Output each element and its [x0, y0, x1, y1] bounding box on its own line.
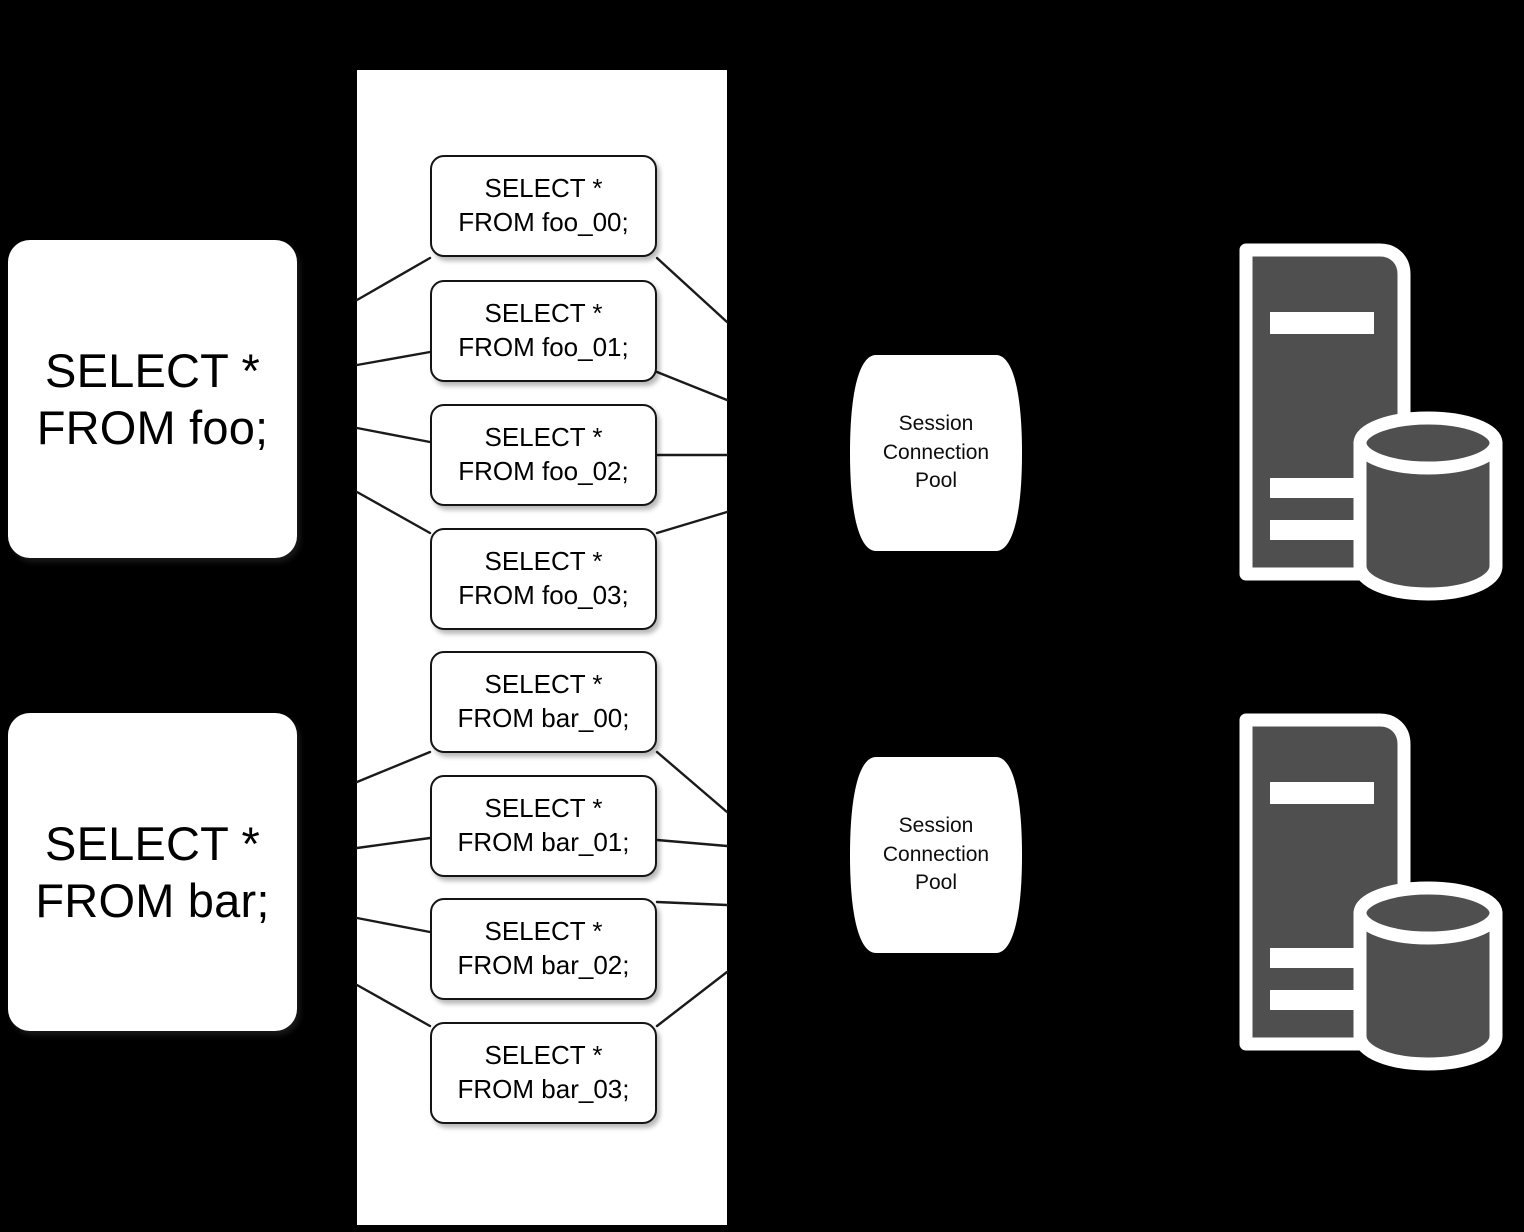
- server-bar-top: [1270, 312, 1374, 334]
- database-server-icon: [1239, 713, 1503, 1071]
- database-server-top[interactable]: [1212, 228, 1512, 618]
- session-connection-pool-top[interactable]: Session Connection Pool: [850, 355, 1022, 551]
- shard-query-foo-01[interactable]: SELECT * FROM foo_01;: [430, 280, 657, 382]
- shard-query-bar-01[interactable]: SELECT * FROM bar_01;: [430, 775, 657, 877]
- database-server-bottom[interactable]: [1212, 698, 1512, 1088]
- database-server-icon: [1239, 243, 1503, 601]
- diagram-canvas: SELECT * FROM foo; SELECT * FROM bar; SE…: [0, 0, 1524, 1232]
- server-bar-top: [1270, 782, 1374, 804]
- client-query-bar[interactable]: SELECT * FROM bar;: [8, 713, 297, 1031]
- session-connection-pool-bottom[interactable]: Session Connection Pool: [850, 757, 1022, 953]
- database-cylinder-top: [1353, 411, 1503, 475]
- shard-query-foo-00[interactable]: SELECT * FROM foo_00;: [430, 155, 657, 257]
- shard-query-foo-02[interactable]: SELECT * FROM foo_02;: [430, 404, 657, 506]
- shard-query-foo-03[interactable]: SELECT * FROM foo_03;: [430, 528, 657, 630]
- database-cylinder-top: [1353, 881, 1503, 945]
- shard-query-bar-02[interactable]: SELECT * FROM bar_02;: [430, 898, 657, 1000]
- client-query-foo[interactable]: SELECT * FROM foo;: [8, 240, 297, 558]
- shard-query-bar-00[interactable]: SELECT * FROM bar_00;: [430, 651, 657, 753]
- shard-query-bar-03[interactable]: SELECT * FROM bar_03;: [430, 1022, 657, 1124]
- session-connection-pool-top-label: Session Connection Pool: [882, 412, 990, 493]
- session-connection-pool-bottom-label: Session Connection Pool: [882, 814, 990, 895]
